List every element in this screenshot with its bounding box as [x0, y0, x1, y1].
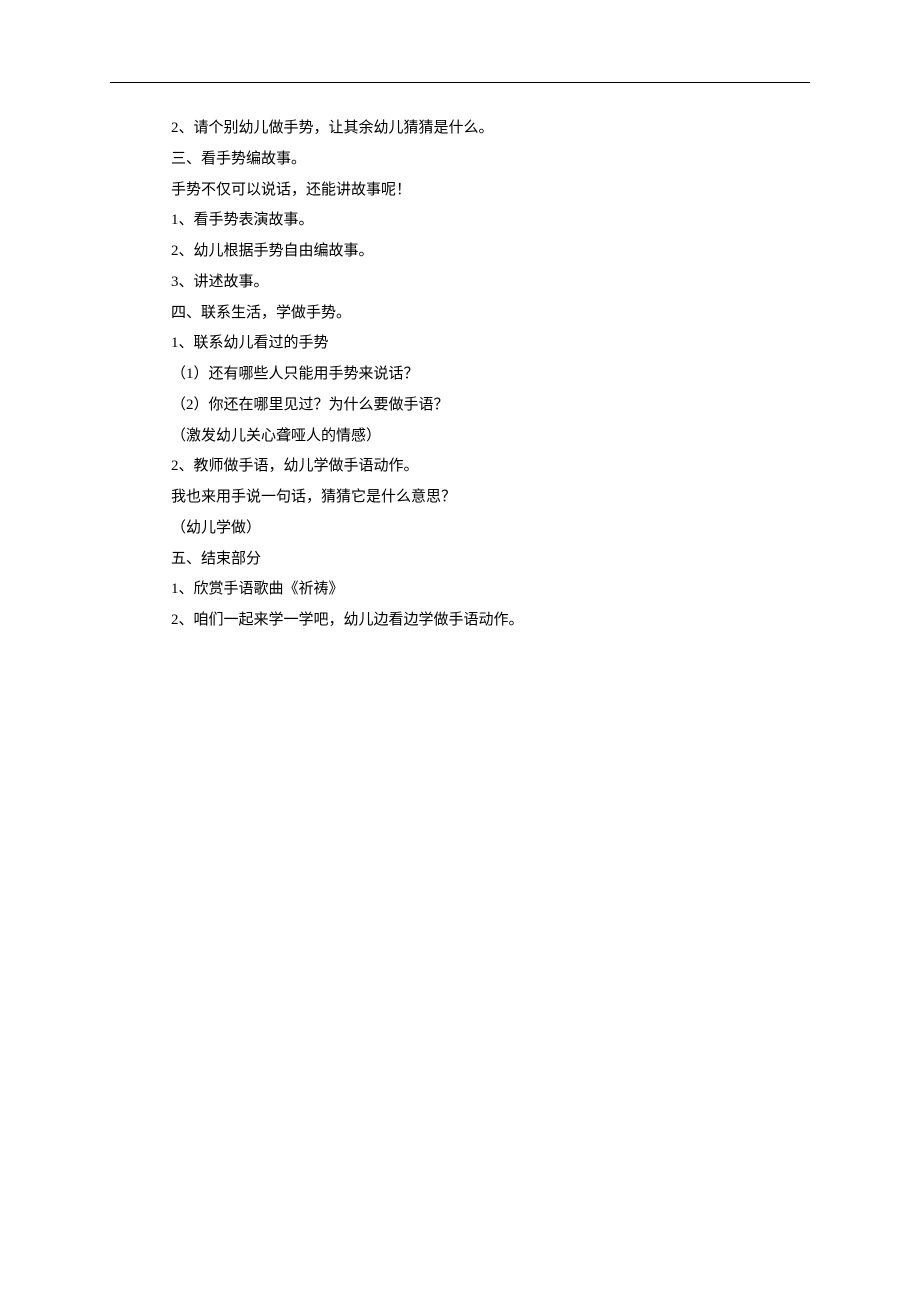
text-line: 手势不仅可以说话，还能讲故事呢！ [171, 175, 770, 206]
text-line: 1、看手势表演故事。 [171, 205, 770, 236]
text-line: 四、联系生活，学做手势。 [171, 298, 770, 329]
text-line: （1）还有哪些人只能用手势来说话？ [171, 359, 770, 390]
text-line: 2、幼儿根据手势自由编故事。 [171, 236, 770, 267]
text-line: （幼儿学做） [171, 513, 770, 544]
horizontal-rule [110, 82, 810, 83]
text-line: 三、看手势编故事。 [171, 144, 770, 175]
text-line: 2、请个别幼儿做手势，让其余幼儿猜猜是什么。 [171, 113, 770, 144]
text-line: 我也来用手说一句话，猜猜它是什么意思？ [171, 482, 770, 513]
text-line: （2）你还在哪里见过？为什么要做手语？ [171, 390, 770, 421]
text-line: （激发幼儿关心聋哑人的情感） [171, 421, 770, 452]
document-content: 2、请个别幼儿做手势，让其余幼儿猜猜是什么。 三、看手势编故事。 手势不仅可以说… [171, 113, 770, 636]
text-line: 3、讲述故事。 [171, 267, 770, 298]
text-line: 1、联系幼儿看过的手势 [171, 328, 770, 359]
text-line: 五、结束部分 [171, 544, 770, 575]
text-line: 2、咱们一起来学一学吧，幼儿边看边学做手语动作。 [171, 605, 770, 636]
text-line: 2、教师做手语，幼儿学做手语动作。 [171, 451, 770, 482]
text-line: 1、欣赏手语歌曲《祈祷》 [171, 574, 770, 605]
